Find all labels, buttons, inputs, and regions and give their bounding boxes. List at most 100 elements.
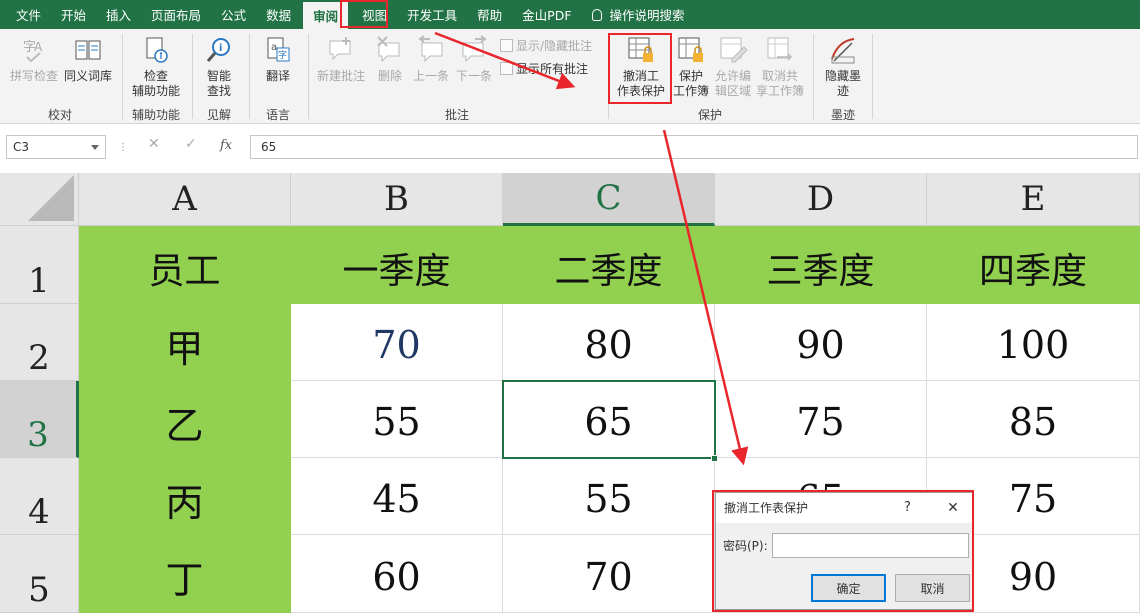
cell-a2[interactable]: 甲	[79, 304, 291, 381]
cell-c3[interactable]: 65	[503, 381, 715, 458]
cell-c1[interactable]: 二季度	[503, 226, 715, 304]
cell-a3[interactable]: 乙	[79, 381, 291, 458]
book-icon	[75, 40, 101, 60]
row-header-5[interactable]: 5	[0, 535, 79, 613]
close-icon[interactable]: ✕	[940, 493, 966, 523]
enter-icon[interactable]: ✓	[185, 136, 197, 152]
svg-text:a: a	[271, 42, 277, 53]
new-comment-icon	[329, 37, 351, 61]
previous-comment-label: 上一条	[412, 69, 449, 83]
unprotect-sheet-dialog: 撤消工作表保护 ? ✕ 密码(P): 确定 取消	[715, 492, 973, 610]
cell-a1[interactable]: 员工	[79, 226, 291, 304]
comment-toggle-icon	[500, 39, 513, 52]
accessibility-check-icon	[146, 37, 168, 63]
cell-b4[interactable]: 45	[291, 458, 503, 535]
hide-ink-line2: 迹	[836, 84, 849, 98]
check-accessibility-button[interactable]: 检查 辅助功能	[128, 35, 184, 99]
menu-developer[interactable]: 开发工具	[397, 0, 467, 29]
cancel-button[interactable]: 取消	[895, 574, 970, 602]
menu-file[interactable]: 文件	[6, 0, 51, 29]
group-label-ink: 墨迹	[830, 108, 855, 122]
unshare-workbook-icon	[767, 37, 793, 61]
menu-home[interactable]: 开始	[51, 0, 96, 29]
menu-help[interactable]: 帮助	[467, 0, 512, 29]
hide-ink-button[interactable]: 隐藏墨 迹	[818, 35, 868, 99]
next-comment-label: 下一条	[455, 69, 492, 83]
cell-e2[interactable]: 100	[927, 304, 1140, 381]
menu-formulas[interactable]: 公式	[211, 0, 256, 29]
menu-view[interactable]: 视图	[352, 0, 397, 29]
smart-lookup-button[interactable]: i 智能 查找	[197, 35, 241, 99]
help-icon[interactable]: ?	[904, 493, 911, 523]
show-all-comments-label: 显示所有批注	[516, 62, 589, 76]
svg-text:A: A	[34, 40, 43, 54]
name-box[interactable]: C3	[6, 135, 106, 159]
column-header-d[interactable]: D	[715, 173, 927, 226]
cell-a4[interactable]: 丙	[79, 458, 291, 535]
menu-data[interactable]: 数据	[256, 0, 301, 29]
unprotect-sheet-line2: 作表保护	[616, 84, 665, 98]
cell-c4[interactable]: 55	[503, 458, 715, 535]
delete-comment-button[interactable]: 删除	[372, 35, 408, 84]
unprotect-sheet-button[interactable]: 撤消工 作表保护	[613, 35, 669, 99]
new-comment-button[interactable]: 新建批注	[312, 35, 370, 84]
next-comment-button[interactable]: 下一条	[453, 35, 495, 84]
chevron-down-icon[interactable]	[91, 145, 99, 150]
cell-d1[interactable]: 三季度	[715, 226, 927, 304]
translate-button[interactable]: a字 翻译	[256, 35, 300, 84]
row-header-3[interactable]: 3	[0, 381, 79, 458]
spell-check-button[interactable]: 字A 拼写检查	[8, 35, 60, 84]
allow-edit-ranges-button[interactable]: 允许编 辑区域	[711, 35, 755, 99]
show-hide-comment-button[interactable]: 显示/隐藏批注	[500, 37, 592, 54]
row-header-2[interactable]: 2	[0, 304, 79, 381]
tell-me-search[interactable]: 操作说明搜索	[582, 0, 695, 29]
menu-bar: 文件 开始 插入 页面布局 公式 数据 审阅 视图 开发工具 帮助 金山PDF …	[0, 0, 1140, 29]
formula-input-value: 65	[261, 140, 277, 154]
menu-kingsoft-pdf[interactable]: 金山PDF	[512, 0, 581, 29]
unshare-workbook-button[interactable]: 取消共 享工作簿	[755, 35, 805, 99]
column-header-b[interactable]: B	[291, 173, 503, 226]
next-comment-icon	[462, 35, 487, 63]
formula-bar-resize-handle[interactable]: ⋮	[118, 142, 128, 153]
new-comment-label: 新建批注	[316, 69, 365, 83]
thesaurus-label: 同义词库	[63, 69, 112, 83]
show-all-comments-button[interactable]: 显示所有批注	[500, 60, 588, 77]
protect-workbook-button[interactable]: 保护 工作簿	[671, 35, 711, 99]
cell-d3[interactable]: 75	[715, 381, 927, 458]
group-separator	[608, 34, 609, 119]
formula-input[interactable]: 65	[250, 135, 1138, 159]
row-header-4[interactable]: 4	[0, 458, 79, 535]
column-header-c[interactable]: C	[503, 173, 715, 226]
show-hide-comment-label: 显示/隐藏批注	[516, 39, 593, 53]
column-header-e[interactable]: E	[927, 173, 1140, 226]
cancel-icon[interactable]: ✕	[148, 136, 160, 152]
cell-b5[interactable]: 60	[291, 535, 503, 613]
cell-b1[interactable]: 一季度	[291, 226, 503, 304]
ok-button[interactable]: 确定	[811, 574, 886, 602]
fill-handle[interactable]	[711, 455, 718, 462]
thesaurus-button[interactable]: 同义词库	[62, 35, 114, 84]
svg-text:字: 字	[278, 49, 287, 61]
cell-c2[interactable]: 80	[503, 304, 715, 381]
cell-d2[interactable]: 90	[715, 304, 927, 381]
previous-comment-button[interactable]: 上一条	[410, 35, 452, 84]
cell-a5[interactable]: 丁	[79, 535, 291, 613]
menu-page-layout[interactable]: 页面布局	[141, 0, 211, 29]
select-all-button[interactable]	[0, 173, 79, 226]
cell-b3[interactable]: 55	[291, 381, 503, 458]
cell-b2[interactable]: 70	[291, 304, 503, 381]
group-separator	[192, 34, 193, 119]
delete-comment-icon	[377, 36, 400, 63]
row-header-1[interactable]: 1	[0, 226, 79, 304]
cell-e3[interactable]: 85	[927, 381, 1140, 458]
password-input[interactable]	[772, 533, 969, 558]
allow-edit-ranges-line2: 辑区域	[714, 84, 751, 98]
menu-insert[interactable]: 插入	[96, 0, 141, 29]
menu-review[interactable]: 审阅	[303, 2, 349, 29]
insert-function-icon[interactable]: fx	[220, 138, 232, 153]
cell-c5[interactable]: 70	[503, 535, 715, 613]
svg-text:i: i	[219, 43, 222, 54]
column-header-a[interactable]: A	[79, 173, 291, 226]
password-label: 密码(P):	[723, 539, 768, 553]
cell-e1[interactable]: 四季度	[927, 226, 1140, 304]
